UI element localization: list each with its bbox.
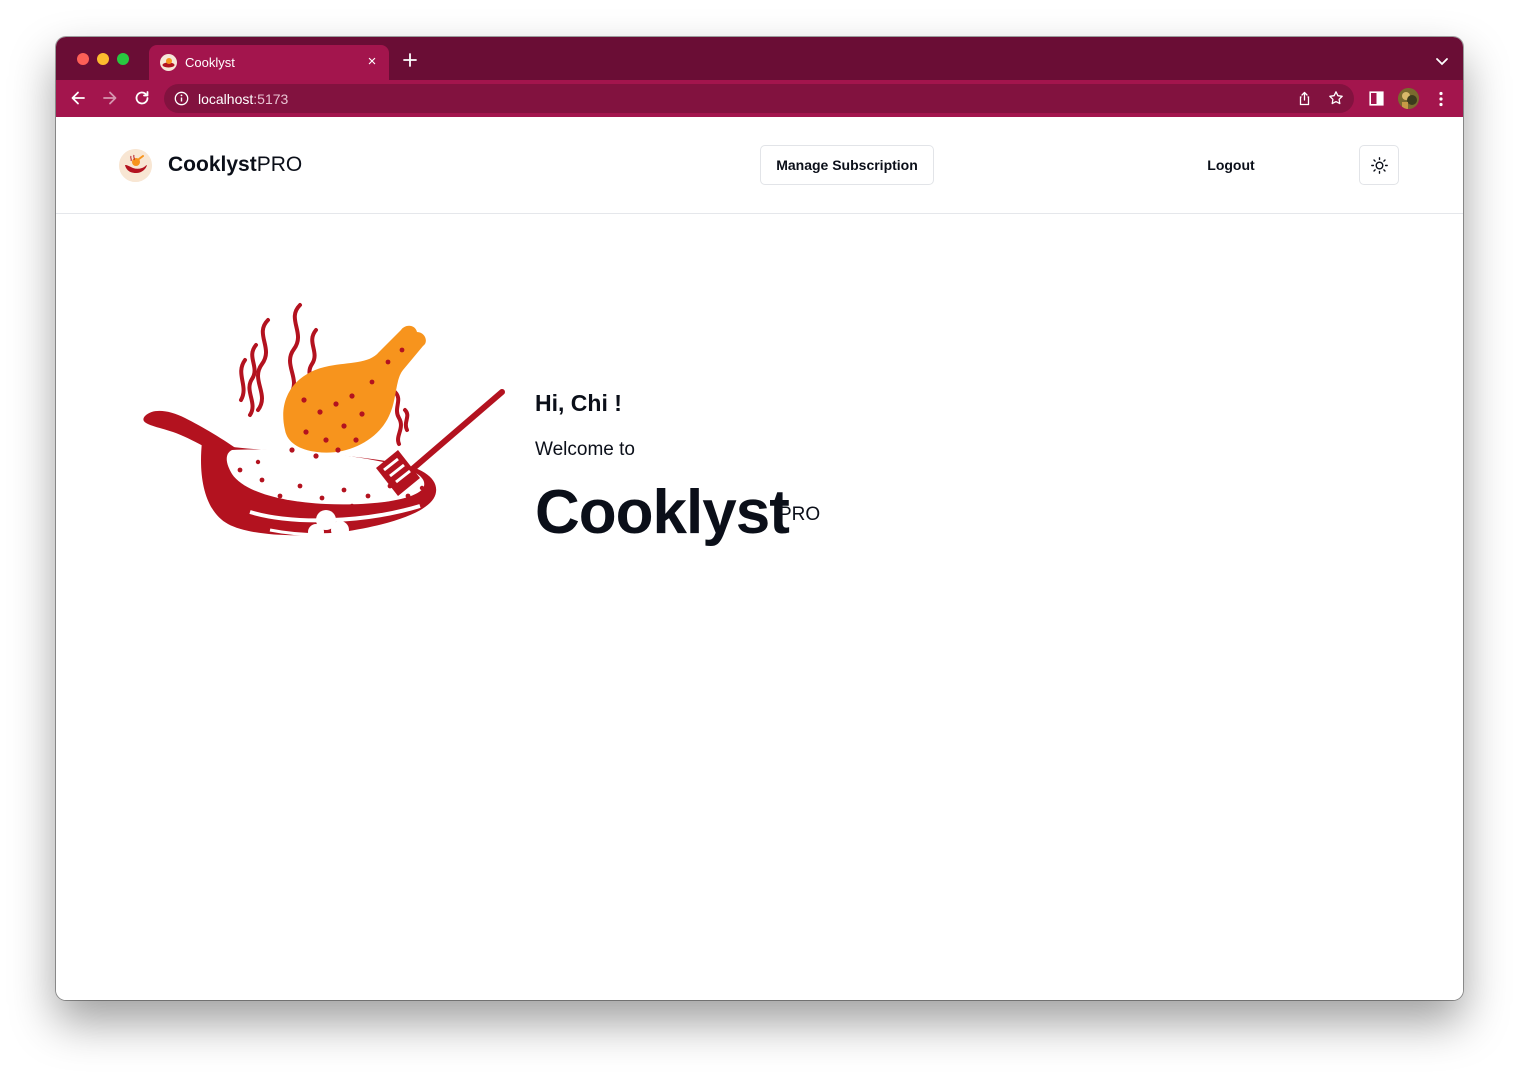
url-host: localhost <box>198 91 254 107</box>
share-icon[interactable] <box>1297 91 1312 106</box>
brand-logo-icon <box>119 148 152 182</box>
bookmark-star-icon[interactable] <box>1328 90 1344 106</box>
cooklyst-favicon-icon <box>160 54 177 71</box>
minimize-window-button[interactable] <box>97 53 109 65</box>
tab-strip: Cooklyst × <box>56 37 1463 80</box>
maximize-window-button[interactable] <box>117 53 129 65</box>
url-text: localhost:5173 <box>198 91 288 107</box>
browser-tab-active[interactable]: Cooklyst × <box>149 45 389 80</box>
app-title: Cooklyst <box>535 478 790 547</box>
site-info-icon[interactable] <box>174 91 189 106</box>
cooklyst-hero-illustration <box>140 300 510 562</box>
theme-toggle-button[interactable] <box>1359 145 1399 185</box>
brand-name-bold: Cooklyst <box>168 153 257 176</box>
manage-subscription-button[interactable]: Manage Subscription <box>760 145 934 185</box>
profile-avatar[interactable] <box>1398 88 1419 109</box>
brand-name: CooklystPRO <box>168 153 302 177</box>
forward-arrow-icon[interactable] <box>101 89 119 107</box>
page-content: CooklystPRO Manage Subscription Logout H… <box>56 117 1463 1000</box>
tab-close-icon[interactable]: × <box>364 53 380 71</box>
url-port: :5173 <box>253 91 289 107</box>
browser-window: Cooklyst × localhost:5173 CooklystPRO Ma… <box>56 37 1463 1000</box>
kebab-menu-icon[interactable] <box>1435 90 1447 108</box>
welcome-text: Welcome to <box>535 439 635 460</box>
new-tab-icon[interactable] <box>401 51 419 69</box>
browser-toolbar: localhost:5173 <box>56 80 1463 117</box>
address-bar[interactable]: localhost:5173 <box>164 84 1354 113</box>
app-tier-label: PRO <box>779 504 821 525</box>
sun-icon <box>1371 157 1388 174</box>
tab-search-chevron-icon[interactable] <box>1435 54 1449 66</box>
app-header: CooklystPRO Manage Subscription Logout <box>56 117 1463 214</box>
brand-name-pro: PRO <box>256 153 303 176</box>
tab-title: Cooklyst <box>185 55 235 70</box>
brand-link[interactable]: CooklystPRO <box>119 148 302 182</box>
logout-button[interactable]: Logout <box>1186 145 1276 185</box>
close-window-button[interactable] <box>77 53 89 65</box>
side-panel-icon[interactable] <box>1369 91 1384 106</box>
reload-icon[interactable] <box>133 89 151 107</box>
greeting-text: Hi, Chi ! <box>535 390 622 416</box>
back-arrow-icon[interactable] <box>69 89 87 107</box>
